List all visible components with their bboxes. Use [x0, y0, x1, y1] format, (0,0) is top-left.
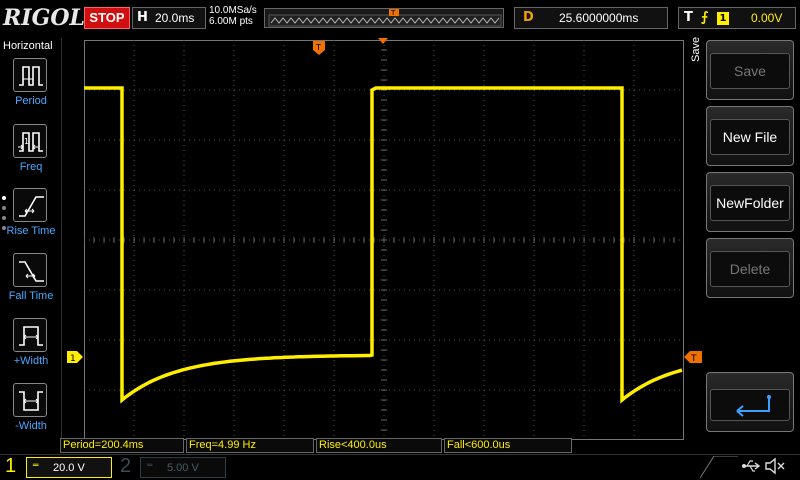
channel1-indicator[interactable]: 1 ═ 20.0 V [0, 455, 112, 480]
save-button-label: Save [710, 53, 790, 89]
rise-time-icon [13, 188, 47, 222]
sample-rate: 10.0MSa/s [209, 5, 257, 16]
measure-rise-time-label: Rise Time [6, 225, 56, 237]
channel1-marker-label: 1 [70, 354, 76, 363]
measurement-period[interactable]: Period=200.4ms [60, 438, 184, 453]
trigger-position-label: T [315, 43, 321, 52]
measure-frequency-label: Freq [19, 161, 43, 173]
measurement-rise-time[interactable]: Rise<400.0us [316, 438, 442, 453]
top-status-bar: RIGOL STOP H 20.0ms 10.0MSa/s 6.00M pts … [0, 0, 800, 38]
delay-indicator[interactable]: D 25.6000000ms [514, 7, 668, 29]
measure-menu: Horizontal Period 1 Freq Rise Time Fall … [0, 38, 62, 438]
memory-depth: 6.00M pts [209, 16, 253, 27]
channel1-number: 1 [5, 455, 17, 477]
new-file-button[interactable]: New File [706, 106, 794, 166]
timebase-value: 20.0ms [155, 11, 195, 25]
frequency-icon: 1 [13, 124, 47, 158]
trigger-key: T [684, 10, 693, 25]
channel1-scale: 20.0 V [53, 462, 85, 474]
channel1-offset-marker[interactable]: 1 [67, 351, 83, 363]
delay-value: 25.6000000ms [559, 11, 639, 25]
measurement-frequency[interactable]: Freq=4.99 Hz [186, 438, 314, 453]
save-menu-title: Save [690, 36, 702, 62]
trigger-position-marker: T [313, 41, 325, 55]
measurement-fall-time[interactable]: Fall<600.0us [444, 438, 572, 453]
channel2-number: 2 [120, 455, 132, 477]
return-arrow-icon [736, 395, 771, 417]
new-folder-button-label: NewFolder [710, 185, 790, 221]
measure-period-label: Period [15, 95, 47, 107]
waveform-display[interactable] [84, 40, 684, 440]
memory-overview-waveform: T [268, 9, 502, 27]
return-button-face [710, 389, 790, 421]
negative-width-icon [13, 383, 47, 417]
trigger-level: 0.00V [751, 11, 783, 25]
status-bar-divider [700, 456, 738, 478]
measure-rise-time[interactable]: Rise Time [0, 188, 62, 250]
delete-button[interactable]: Delete [706, 238, 794, 298]
trigger-source: 1 [717, 12, 729, 25]
channel2-settings: ═ 5.00 V [140, 457, 226, 478]
measure-period[interactable]: Period [0, 58, 62, 120]
usb-icon [742, 460, 761, 472]
new-folder-button[interactable]: NewFolder [706, 172, 794, 232]
dc-coupling-icon: ═ [33, 461, 39, 471]
rigol-logo: RIGOL [3, 5, 85, 31]
measure-fall-time[interactable]: Fall Time [0, 253, 62, 315]
measure-positive-width[interactable]: +Width [0, 318, 62, 380]
acquisition-info: 10.0MSa/s 6.00M pts [209, 5, 257, 27]
trigger-indicator[interactable]: T ⨍ 1 0.00V [678, 7, 796, 29]
measure-negative-width[interactable]: -Width [0, 383, 62, 445]
svg-text:1: 1 [24, 137, 29, 146]
trigger-level-marker-label: T [690, 354, 697, 363]
measure-fall-time-label: Fall Time [8, 290, 54, 302]
measure-positive-width-label: +Width [13, 355, 49, 367]
delay-position-marker [378, 38, 388, 44]
delete-button-label: Delete [710, 251, 790, 287]
fall-time-icon [13, 253, 47, 287]
save-button[interactable]: Save [706, 40, 794, 100]
delay-key: D [523, 10, 534, 25]
return-button[interactable] [706, 372, 794, 432]
period-icon [13, 58, 47, 92]
timebase-key: H [137, 10, 148, 25]
measure-negative-width-label: -Width [15, 420, 47, 432]
measure-menu-title: Horizontal [3, 40, 53, 52]
dc-coupling-icon: ═ [147, 461, 153, 471]
channel2-indicator[interactable]: 2 ═ 5.00 V [116, 455, 228, 480]
new-file-button-label: New File [710, 119, 790, 155]
measure-frequency[interactable]: 1 Freq [0, 124, 62, 186]
channel1-settings: ═ 20.0 V [26, 457, 112, 478]
memory-overview-strip[interactable]: T [264, 8, 504, 28]
memory-trigger-label: T [390, 9, 396, 17]
speaker-muted-icon[interactable] [764, 456, 786, 476]
trigger-level-marker[interactable]: T [684, 351, 702, 363]
run-stop-status[interactable]: STOP [84, 7, 130, 29]
timebase-indicator[interactable]: H 20.0ms [132, 7, 206, 29]
rising-edge-icon: ⨍ [701, 10, 709, 25]
channel2-scale: 5.00 V [167, 462, 199, 474]
positive-width-icon [13, 318, 47, 352]
